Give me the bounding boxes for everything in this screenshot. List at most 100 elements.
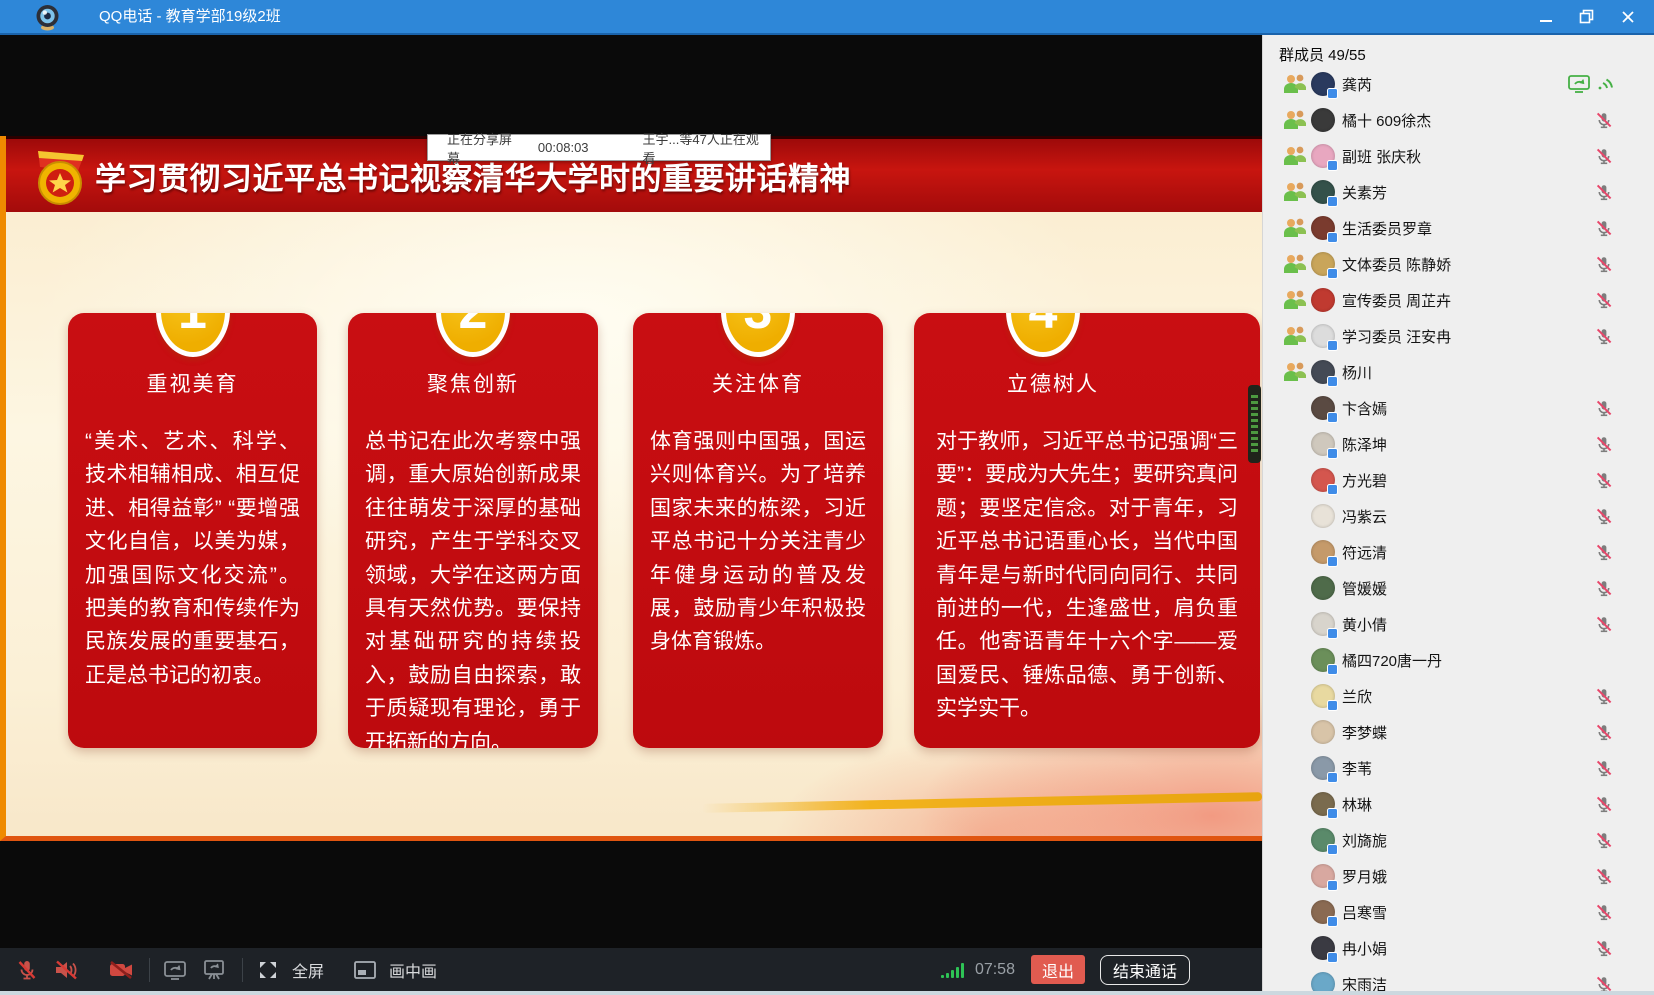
member-row[interactable]: 关素芳 bbox=[1263, 174, 1654, 210]
screen-sharing-icon bbox=[1567, 74, 1591, 94]
device-badge-icon bbox=[1327, 88, 1338, 99]
member-name: 黄小倩 bbox=[1342, 614, 1387, 635]
mic-muted-icon bbox=[1594, 794, 1614, 814]
member-row[interactable]: 林琳 bbox=[1263, 786, 1654, 822]
member-name: 刘旖旎 bbox=[1342, 830, 1387, 851]
member-row[interactable]: 陈泽坤 bbox=[1263, 426, 1654, 462]
avatar bbox=[1311, 324, 1335, 348]
mic-muted-icon[interactable] bbox=[12, 955, 42, 985]
member-name: 橘十 609徐杰 bbox=[1342, 110, 1431, 131]
member-row[interactable]: 龚芮 bbox=[1263, 66, 1654, 102]
card-body-text: “美术、艺术、科学、技术相辅相成、相互促进、相得益彰” “要增强文化自信，以美为… bbox=[68, 425, 317, 692]
device-badge-icon bbox=[1327, 880, 1338, 891]
avatar bbox=[1311, 972, 1335, 991]
member-row[interactable]: 管媛媛 bbox=[1263, 570, 1654, 606]
mic-muted-icon bbox=[1594, 902, 1614, 922]
screen-share-icon[interactable] bbox=[160, 955, 190, 985]
member-name: 冯紫云 bbox=[1342, 506, 1387, 527]
pip-button[interactable]: 画中画 bbox=[350, 955, 463, 985]
avatar bbox=[1311, 144, 1335, 168]
minimize-button[interactable] bbox=[1525, 0, 1566, 33]
device-badge-icon bbox=[1327, 376, 1338, 387]
avatar bbox=[1311, 504, 1335, 528]
exit-button[interactable]: 退出 bbox=[1031, 955, 1085, 984]
mic-muted-icon bbox=[1594, 686, 1614, 706]
panel-scrollbar-thumb[interactable] bbox=[1248, 385, 1261, 463]
member-row[interactable]: 李梦蝶 bbox=[1263, 714, 1654, 750]
speaker-muted-icon[interactable] bbox=[51, 955, 81, 985]
presentation-slide: 学习贯彻习近平总书记视察清华大学时的重要讲话精神 1 重视美育 “美术、艺术、科… bbox=[0, 136, 1262, 841]
card-heading: 立德树人 bbox=[914, 368, 1260, 398]
member-row[interactable]: 生活委员罗章 bbox=[1263, 210, 1654, 246]
device-badge-icon bbox=[1327, 448, 1338, 459]
member-name: 龚芮 bbox=[1342, 74, 1372, 95]
whiteboard-icon[interactable] bbox=[199, 955, 229, 985]
mic-muted-icon bbox=[1594, 218, 1614, 238]
member-row[interactable]: 宋雨洁 bbox=[1263, 966, 1654, 991]
avatar bbox=[1311, 720, 1335, 744]
device-badge-icon bbox=[1327, 664, 1338, 675]
member-row[interactable]: 杨川 bbox=[1263, 354, 1654, 390]
member-row[interactable]: 冯紫云 bbox=[1263, 498, 1654, 534]
member-row[interactable]: 文体委员 陈静娇 bbox=[1263, 246, 1654, 282]
slide-card-3: 3 关注体育 体育强则中国强，国运兴则体育兴。为了培养国家未来的栋梁，习近平总书… bbox=[633, 313, 883, 748]
card-body-text: 总书记在此次考察中强调，重大原始创新成果往往萌发于深厚的基础研究，产生于学科交叉… bbox=[348, 425, 598, 748]
avatar bbox=[1311, 936, 1335, 960]
end-call-button[interactable]: 结束通话 bbox=[1100, 955, 1190, 985]
group-member-icon bbox=[1283, 217, 1307, 239]
member-row[interactable]: 橘十 609徐杰 bbox=[1263, 102, 1654, 138]
qq-call-window: QQ电话 - 教育学部19级2班 bbox=[0, 0, 1654, 995]
slide-card-1: 1 重视美育 “美术、艺术、科学、技术相辅相成、相互促进、相得益彰” “要增强文… bbox=[68, 313, 317, 748]
member-name: 吕寒雪 bbox=[1342, 902, 1387, 923]
device-badge-icon bbox=[1327, 916, 1338, 927]
member-row[interactable]: 方光碧 bbox=[1263, 462, 1654, 498]
member-row[interactable]: 卞含嫣 bbox=[1263, 390, 1654, 426]
close-button[interactable] bbox=[1607, 0, 1648, 33]
fullscreen-button[interactable]: 全屏 bbox=[253, 955, 350, 985]
mic-muted-icon bbox=[1594, 506, 1614, 526]
member-list: 龚芮 bbox=[1263, 66, 1654, 991]
avatar bbox=[1311, 180, 1335, 204]
avatar bbox=[1311, 684, 1335, 708]
member-row[interactable]: 橘四720唐一丹 bbox=[1263, 642, 1654, 678]
mic-muted-icon bbox=[1594, 938, 1614, 958]
member-name: 符远清 bbox=[1342, 542, 1387, 563]
mic-muted-icon bbox=[1594, 182, 1614, 202]
member-row[interactable]: 符远清 bbox=[1263, 534, 1654, 570]
member-row[interactable]: 兰欣 bbox=[1263, 678, 1654, 714]
mic-muted-icon bbox=[1594, 254, 1614, 274]
member-name: 宣传委员 周芷卉 bbox=[1342, 290, 1451, 311]
device-badge-icon bbox=[1327, 268, 1338, 279]
slide-gold-decoration bbox=[702, 792, 1262, 813]
device-badge-icon bbox=[1327, 772, 1338, 783]
card-body-text: 对于教师，习近平总书记强调“三要”：要成为大先生；要研究真问题；要坚定信念。对于… bbox=[914, 425, 1260, 726]
avatar bbox=[1311, 756, 1335, 780]
member-row[interactable]: 冉小娟 bbox=[1263, 930, 1654, 966]
member-row[interactable]: 吕寒雪 bbox=[1263, 894, 1654, 930]
card-number-badge: 3 bbox=[721, 313, 795, 357]
device-badge-icon bbox=[1327, 340, 1338, 351]
speaking-audio-icon bbox=[1596, 75, 1614, 93]
member-name: 橘四720唐一丹 bbox=[1342, 650, 1442, 671]
member-row[interactable]: 刘旖旎 bbox=[1263, 822, 1654, 858]
device-badge-icon bbox=[1327, 700, 1338, 711]
member-row[interactable]: 罗月娥 bbox=[1263, 858, 1654, 894]
qq-call-app-icon bbox=[34, 4, 61, 31]
group-member-icon bbox=[1283, 325, 1307, 347]
mic-muted-icon bbox=[1594, 110, 1614, 130]
title-bar: QQ电话 - 教育学部19级2班 bbox=[0, 0, 1654, 35]
member-row[interactable]: 副班 张庆秋 bbox=[1263, 138, 1654, 174]
fullscreen-icon bbox=[253, 955, 283, 985]
restore-button[interactable] bbox=[1566, 0, 1607, 33]
member-row[interactable]: 学习委员 汪安冉 bbox=[1263, 318, 1654, 354]
group-member-icon bbox=[1283, 145, 1307, 167]
avatar bbox=[1311, 792, 1335, 816]
member-row[interactable]: 宣传委员 周芷卉 bbox=[1263, 282, 1654, 318]
member-name: 副班 张庆秋 bbox=[1342, 146, 1421, 167]
mic-muted-icon bbox=[1594, 578, 1614, 598]
camera-muted-icon[interactable] bbox=[106, 955, 136, 985]
card-number-badge: 1 bbox=[156, 313, 230, 357]
member-row[interactable]: 李苇 bbox=[1263, 750, 1654, 786]
avatar bbox=[1311, 612, 1335, 636]
member-row[interactable]: 黄小倩 bbox=[1263, 606, 1654, 642]
